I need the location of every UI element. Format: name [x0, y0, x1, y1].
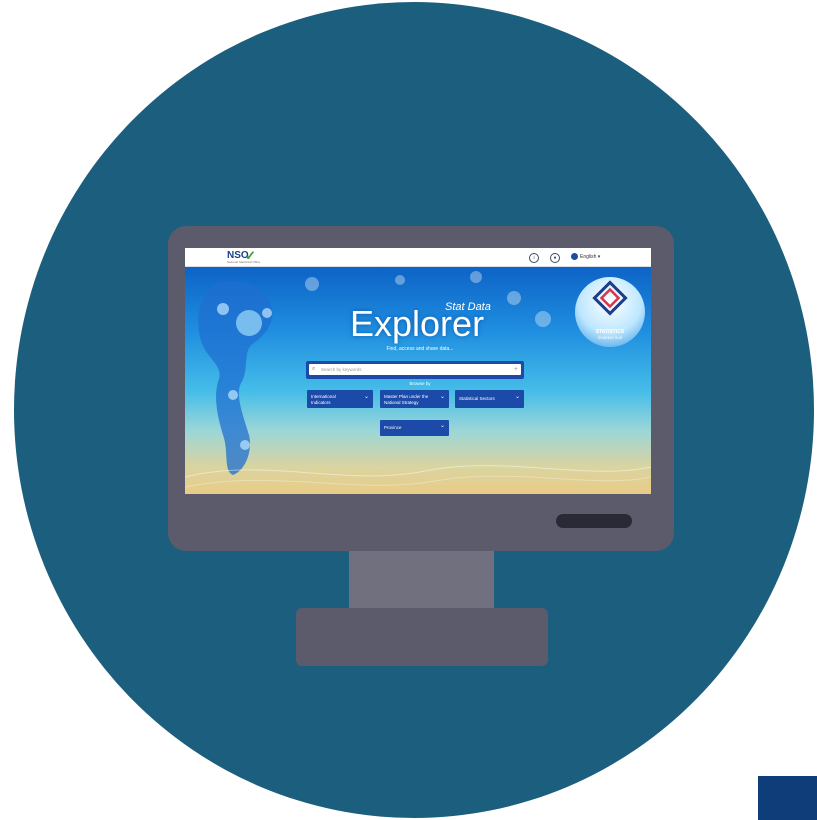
- hero-banner: STATISTICS SHARING HUB Explorer Stat Dat…: [185, 267, 651, 494]
- search-placeholder: Search by keywords: [321, 367, 362, 372]
- floating-bubble: [470, 271, 482, 283]
- floating-bubble: [395, 275, 405, 285]
- chevron-down-icon: ⌄: [439, 423, 445, 429]
- info-icon[interactable]: i: [529, 253, 539, 263]
- nso-logo-subtitle: National Statistical Office: [227, 260, 261, 264]
- chevron-down-icon: ⌄: [363, 394, 369, 400]
- language-selector[interactable]: English ▾: [571, 253, 600, 261]
- province-button[interactable]: Province ⌄: [380, 420, 449, 436]
- floating-bubble: [305, 277, 319, 291]
- button-label: International Indicators: [311, 394, 336, 405]
- button-label: Statistical Sectors: [459, 396, 495, 401]
- master-plan-button[interactable]: Master Plan under the National Strategy …: [380, 390, 449, 408]
- search-icon: ⌕: [312, 366, 316, 372]
- button-label: Master Plan under the National Strategy: [384, 394, 429, 405]
- language-label: English: [580, 254, 597, 260]
- button-label: Province: [384, 425, 402, 430]
- globe-icon: [571, 253, 578, 261]
- chevron-down-icon: ⌄: [439, 394, 445, 400]
- user-icon[interactable]: ●: [550, 253, 560, 263]
- floating-bubble: [535, 311, 551, 327]
- decorative-waves: [185, 465, 651, 488]
- monitor-screen: NSO ✓ National Statistical Office i ● En…: [185, 248, 651, 494]
- chevron-down-icon: ⌄: [514, 394, 520, 400]
- hero-tagline: Find, access and share data...: [386, 346, 454, 352]
- add-filter-icon[interactable]: +: [514, 365, 518, 374]
- browse-by-label: Browse by: [409, 381, 431, 386]
- search-input[interactable]: ⌕ Search by keywords +: [309, 364, 521, 375]
- stat-data-subtitle: Stat Data: [445, 301, 491, 313]
- hub-title: STATISTICS: [595, 329, 625, 335]
- international-indicators-button[interactable]: International Indicators ⌄: [307, 390, 373, 408]
- monitor-neck: [349, 551, 494, 609]
- monitor-base: [296, 608, 548, 666]
- statistical-sectors-button[interactable]: Statistical Sectors ⌄: [455, 390, 524, 408]
- corner-block: [758, 776, 817, 820]
- floating-bubble: [507, 291, 521, 305]
- hub-subtitle: SHARING HUB: [597, 336, 623, 340]
- monitor-power-slot: [556, 514, 632, 528]
- site-header: NSO ✓ National Statistical Office i ● En…: [185, 248, 651, 267]
